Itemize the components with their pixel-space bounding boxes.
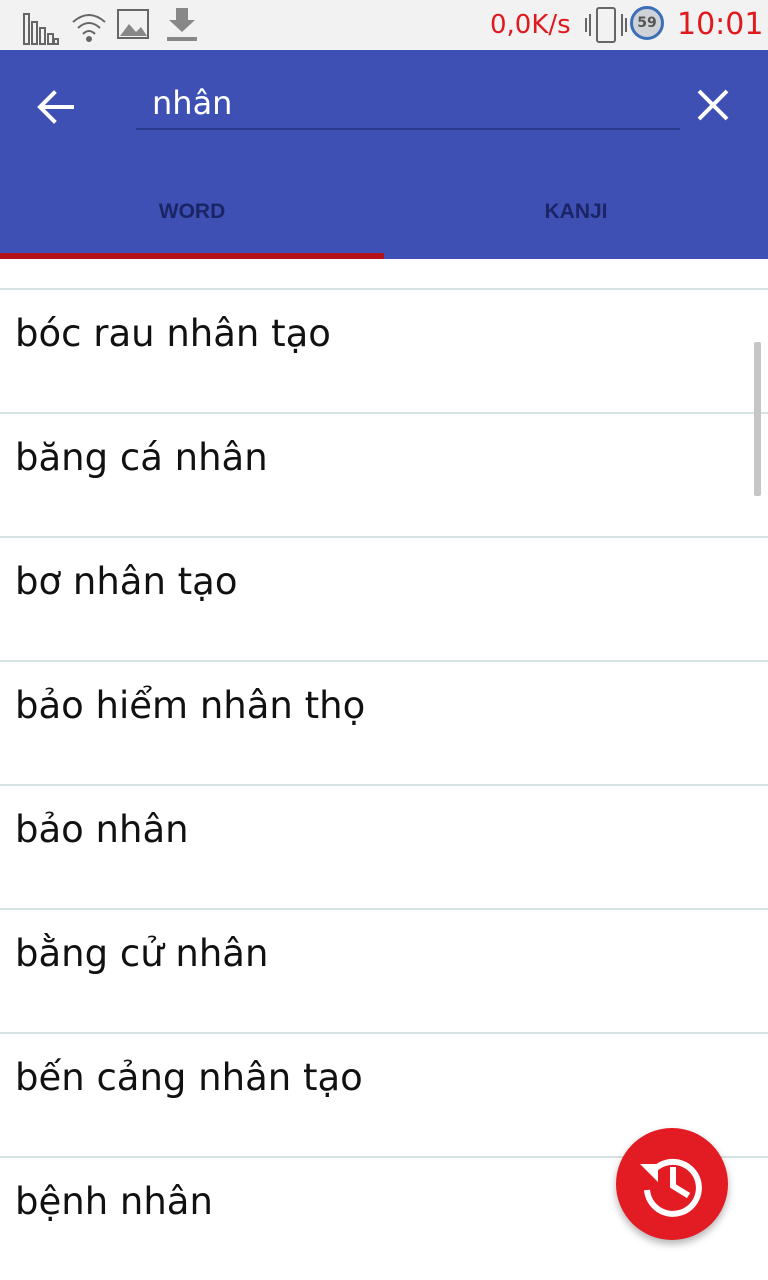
wifi-icon xyxy=(72,14,106,42)
list-item[interactable]: băng cá nhân xyxy=(0,414,768,538)
download-icon xyxy=(167,8,197,41)
list-item[interactable]: bảo hiểm nhân thọ xyxy=(0,662,768,786)
close-icon xyxy=(697,89,729,121)
history-icon xyxy=(640,1158,702,1217)
list-item[interactable]: bóc rau nhân tạo xyxy=(0,290,768,414)
list-item[interactable]: bơ nhân tạo xyxy=(0,538,768,662)
list-item-label: bệnh nhân xyxy=(15,1180,213,1223)
tab-kanji[interactable]: KANJI xyxy=(384,186,768,259)
network-speed: 0,0K/s xyxy=(490,10,571,40)
back-button[interactable] xyxy=(28,82,84,132)
list-item-label: bảo hiểm nhân thọ xyxy=(15,684,366,727)
status-bar: 0,0K/s 59 10:01 xyxy=(0,0,768,50)
list-item-label: bằng cử nhân xyxy=(15,932,269,975)
list-item[interactable]: bằng cử nhân xyxy=(0,910,768,1034)
tab-word-label: WORD xyxy=(158,200,226,223)
scrollbar[interactable] xyxy=(754,342,761,496)
tab-kanji-label: KANJI xyxy=(544,200,608,223)
result-list[interactable]: bóc rau nhân tạo băng cá nhân bơ nhân tạ… xyxy=(0,259,768,1280)
status-badge: 59 xyxy=(630,6,664,40)
arrow-left-icon xyxy=(37,90,74,124)
list-item-label: bảo nhân xyxy=(15,808,189,851)
app-bar: WORD KANJI xyxy=(0,50,768,259)
tab-word[interactable]: WORD xyxy=(0,186,384,259)
clock: 10:01 xyxy=(677,7,764,42)
list-item-label: bến cảng nhân tạo xyxy=(15,1056,363,1099)
search-input[interactable] xyxy=(136,78,680,130)
list-item-label: băng cá nhân xyxy=(15,436,268,479)
signal-bars-icon xyxy=(23,13,59,45)
image-icon xyxy=(117,9,149,39)
vibrate-icon xyxy=(585,7,627,43)
list-item-label: bơ nhân tạo xyxy=(15,560,238,603)
clear-search-button[interactable] xyxy=(690,82,736,128)
list-item-label: bóc rau nhân tạo xyxy=(15,312,331,355)
list-item[interactable]: bảo nhân xyxy=(0,786,768,910)
history-button[interactable] xyxy=(616,1128,728,1240)
